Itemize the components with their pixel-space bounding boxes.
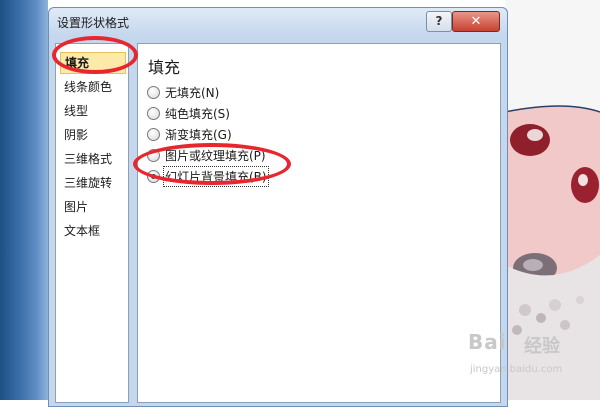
picture-texture-fill-label: 图片或纹理填充(P) [165,149,266,163]
help-button[interactable]: ? [426,11,452,32]
slide-background-fill-label: 幻灯片背景填充(B) [163,166,269,187]
close-button[interactable]: ✕ [452,11,500,32]
sidebar-item-3d-rotation[interactable]: 三维旋转 [60,172,126,194]
slide-background-left [0,0,48,400]
sidebar-item-text-box[interactable]: 文本框 [60,220,126,242]
dialog-title: 设置形状格式 [57,16,130,30]
picture-texture-fill-radio[interactable] [147,149,160,162]
section-title: 填充 [148,58,181,77]
sidebar-item-picture[interactable]: 图片 [60,196,126,218]
format-shape-dialog: 设置形状格式 ? ✕ 填充 线条颜色 线型 阴影 三维格式 三维旋转 图片 文本… [48,7,508,407]
radio-selected-dot [151,174,156,179]
sidebar-item-line-style[interactable]: 线型 [60,100,126,122]
gradient-fill-radio[interactable] [147,128,160,141]
solid-fill-label: 纯色填充(S) [165,107,230,121]
no-fill-radio[interactable] [147,86,160,99]
slide-background-fill-radio[interactable] [147,170,160,183]
gradient-fill-label: 渐变填充(G) [165,128,232,142]
dialog-titlebar: 设置形状格式 ? ✕ [49,8,507,36]
category-sidebar: 填充 线条颜色 线型 阴影 三维格式 三维旋转 图片 文本框 [55,43,129,403]
sidebar-item-line-color[interactable]: 线条颜色 [60,76,126,98]
no-fill-label: 无填充(N) [165,86,220,100]
sidebar-item-shadow[interactable]: 阴影 [60,124,126,146]
sidebar-item-fill[interactable]: 填充 [60,52,126,74]
slide-preview [505,0,600,400]
solid-fill-radio[interactable] [147,107,160,120]
slide-photo [505,0,600,400]
sidebar-item-3d-format[interactable]: 三维格式 [60,148,126,170]
fill-panel: 填充 无填充(N) 纯色填充(S) 渐变填充(G) 图片或纹理填充(P) 幻灯片… [137,43,501,403]
